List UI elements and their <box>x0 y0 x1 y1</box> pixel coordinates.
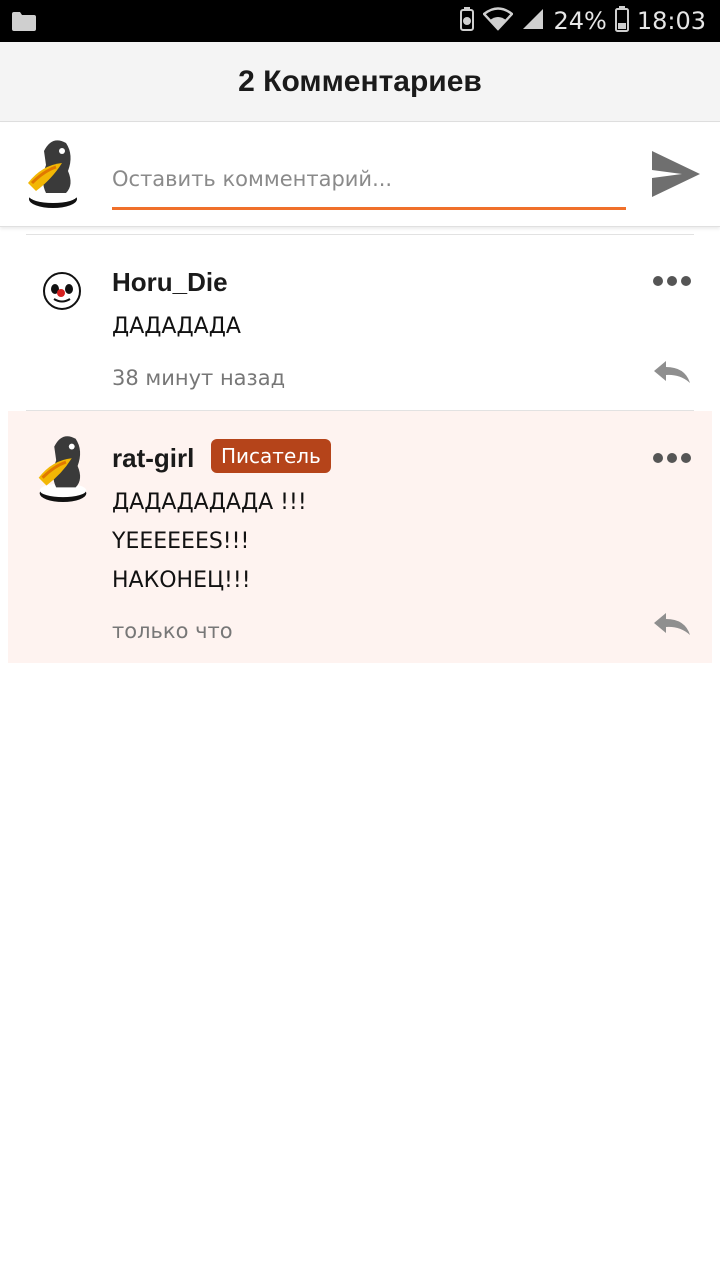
comment-text: ДАДАДАДАДА !!! YEEEEEES!!! НАКОНЕЦ!!! <box>112 483 307 600</box>
comment-line: ДАДАДАДАДА !!! <box>112 490 307 515</box>
comment-item: Horu_Die ДАДАДАДА 38 минут назад <box>0 235 720 410</box>
comment-timestamp: 38 минут назад <box>112 366 286 390</box>
role-badge: Писатель <box>211 439 331 473</box>
comment-text: ДАДАДАДА <box>112 307 241 346</box>
send-icon[interactable] <box>648 147 702 201</box>
comment-line: YEEEEEES!!! <box>112 529 250 554</box>
input-underline <box>112 207 626 210</box>
folder-icon <box>12 11 36 35</box>
comment-item: rat-girl Писатель ДАДАДАДАДА !!! YEEEEEE… <box>8 411 712 663</box>
reply-icon[interactable] <box>652 611 692 639</box>
page-title: 2 Комментариев <box>238 64 482 98</box>
status-bar: 24% 18:03 <box>0 0 720 42</box>
battery-icon <box>614 6 629 36</box>
reply-icon[interactable] <box>652 359 692 387</box>
comment-input[interactable] <box>112 155 626 203</box>
signal-icon <box>521 7 545 35</box>
battery-saver-icon <box>459 7 475 35</box>
comment-compose-bar <box>0 123 720 227</box>
battery-percent: 24% <box>553 7 607 35</box>
comment-timestamp: только что <box>112 619 233 643</box>
clock: 18:03 <box>636 7 706 35</box>
comment-line: НАКОНЕЦ!!! <box>112 568 251 593</box>
wifi-icon <box>482 7 515 35</box>
comment-line: ДАДАДАДА <box>112 314 241 339</box>
more-options-icon[interactable] <box>652 448 692 468</box>
header: 2 Комментариев <box>0 42 720 122</box>
avatar[interactable] <box>22 135 84 209</box>
comment-author[interactable]: rat-girl <box>112 443 194 474</box>
avatar[interactable] <box>42 271 82 315</box>
avatar[interactable] <box>28 431 98 507</box>
more-options-icon[interactable] <box>652 271 692 291</box>
comment-author[interactable]: Horu_Die <box>112 267 228 298</box>
